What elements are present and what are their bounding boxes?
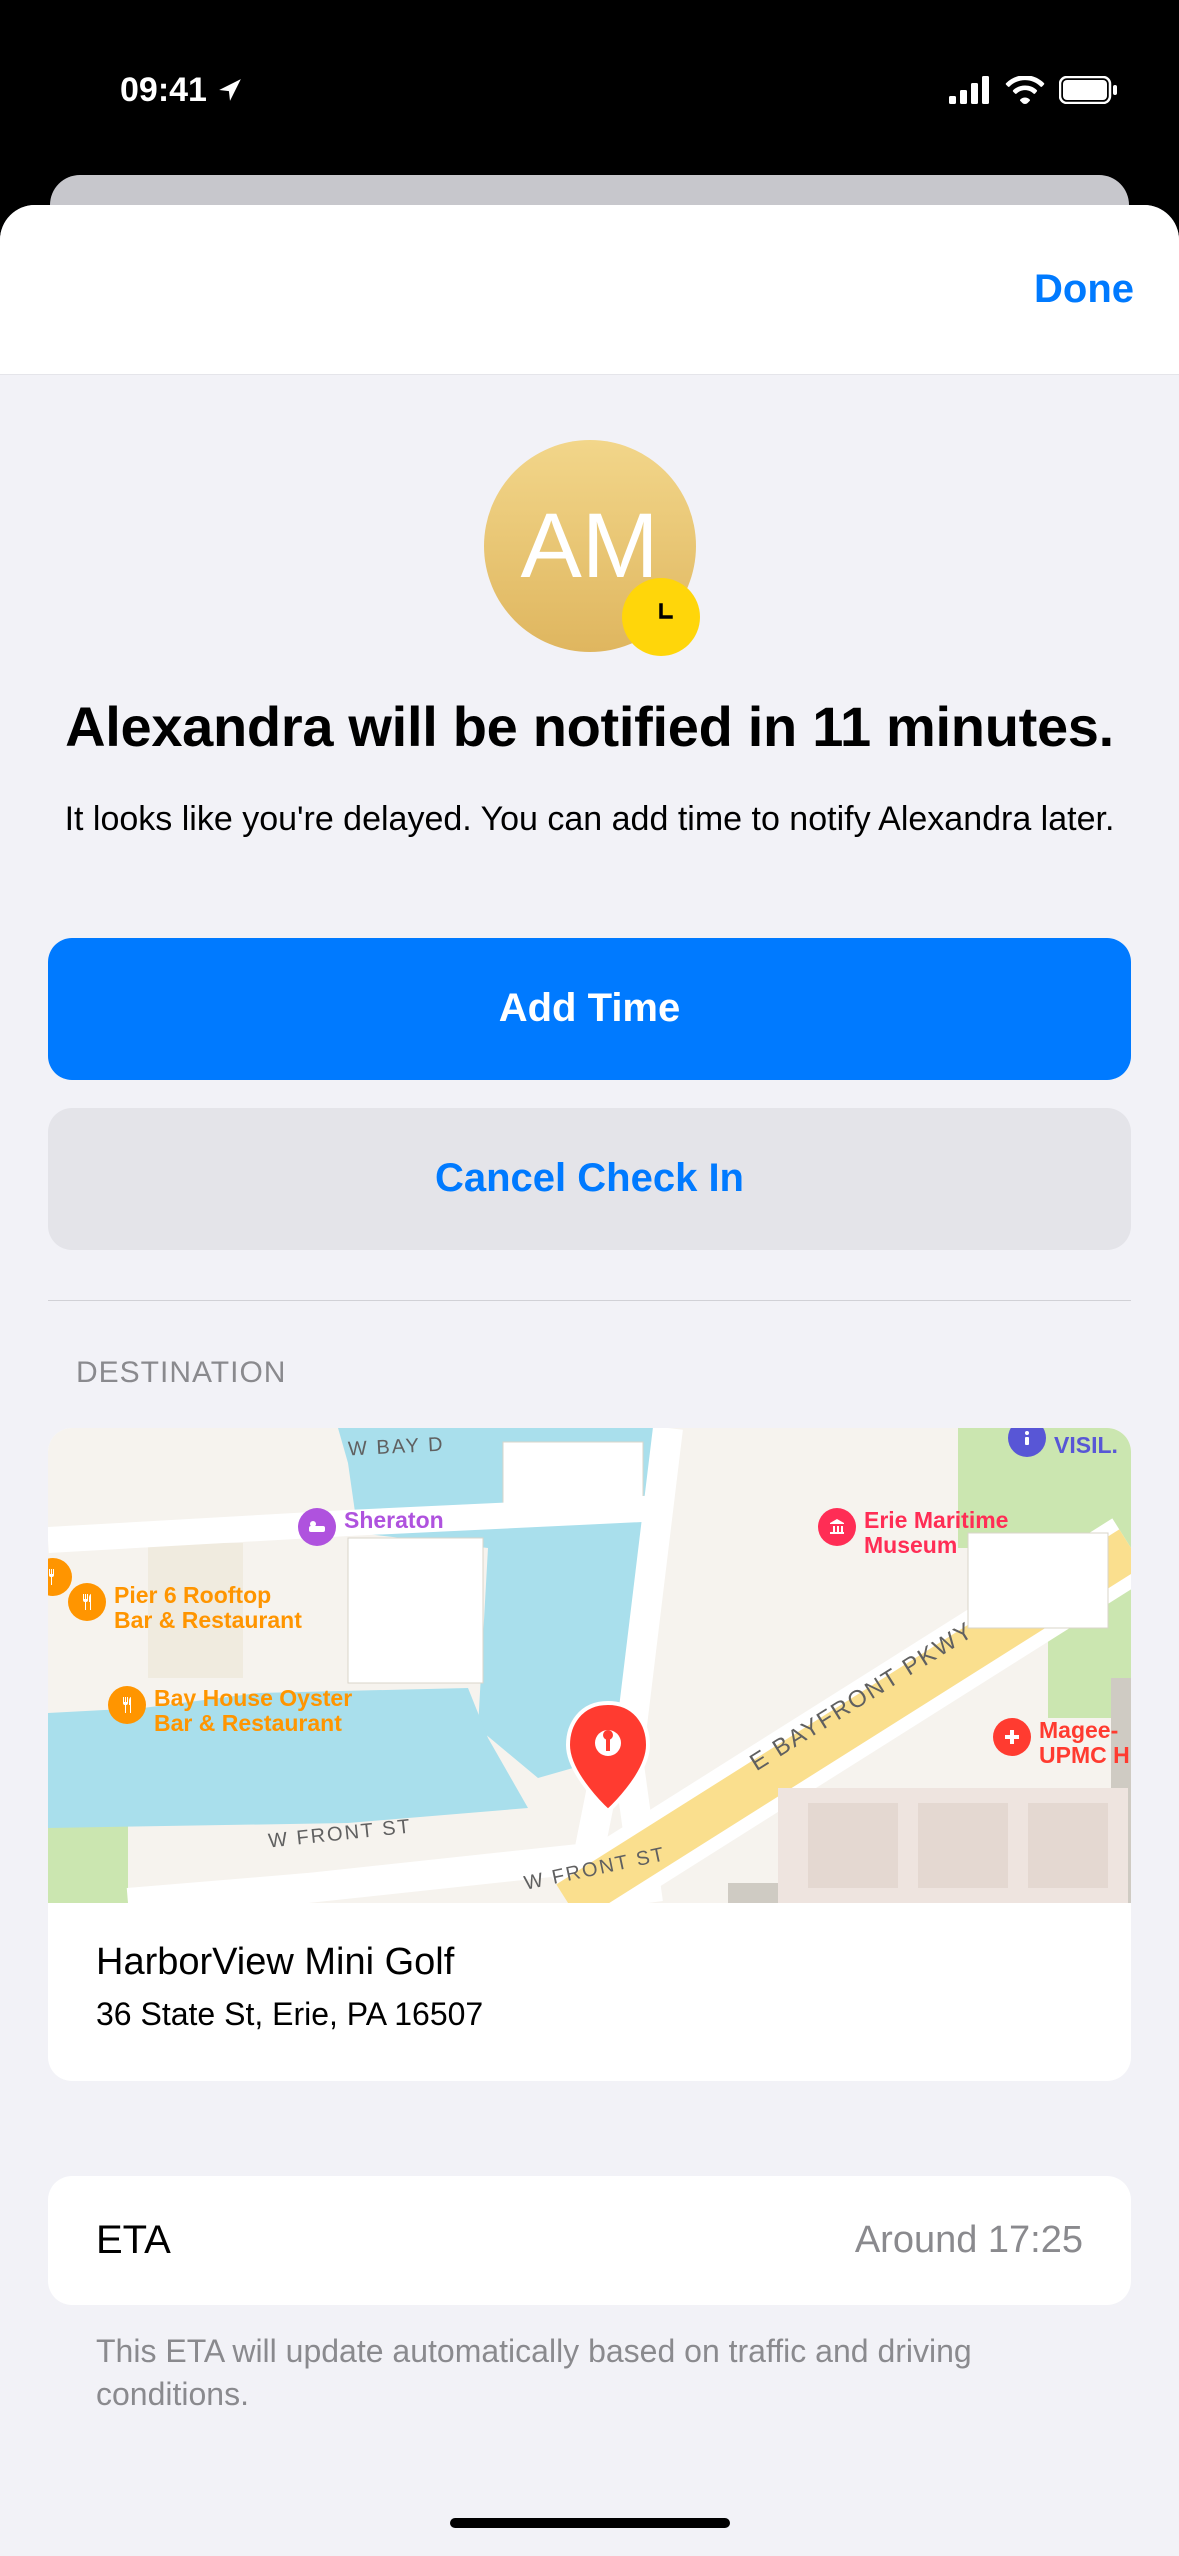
wifi-icon	[1005, 76, 1045, 104]
done-button[interactable]: Done	[1034, 267, 1134, 312]
eta-value: Around 17:25	[855, 2219, 1083, 2262]
status-indicators	[949, 76, 1119, 104]
map-poi-pier6: Pier 6 Rooftop Bar & Restaurant	[68, 1583, 302, 1634]
map-poi-label: Pier 6 Rooftop Bar & Restaurant	[114, 1583, 302, 1634]
info-icon	[1008, 1428, 1046, 1457]
map-poi-label: VISIL.	[1054, 1433, 1118, 1458]
location-arrow-icon	[217, 77, 243, 103]
map-poi-magee: Magee- UPMC H	[993, 1718, 1130, 1769]
museum-icon	[818, 1508, 856, 1546]
modal-sheet: Done AM Alexandra will be notified in 11…	[0, 205, 1179, 2556]
avatar-initials: AM	[521, 494, 659, 599]
status-time: 09:41	[120, 71, 207, 110]
add-time-button[interactable]: Add Time	[48, 938, 1131, 1080]
restaurant-icon	[68, 1583, 106, 1621]
eta-label: ETA	[96, 2218, 171, 2263]
eta-note: This ETA will update automatically based…	[48, 2305, 1131, 2416]
restaurant-icon	[48, 1558, 72, 1596]
eta-card[interactable]: ETA Around 17:25	[48, 2176, 1131, 2305]
hospital-icon	[993, 1718, 1031, 1756]
road-label: W BAY D	[347, 1433, 445, 1461]
restaurant-icon	[108, 1686, 146, 1724]
map-poi-label: Sheraton	[344, 1508, 444, 1533]
map-poi-label: Bay House Oyster Bar & Restaurant	[154, 1686, 352, 1737]
clock-icon	[643, 599, 679, 635]
clock-badge	[622, 578, 700, 656]
map-poi-bayhouse: Bay House Oyster Bar & Restaurant	[108, 1686, 352, 1737]
notification-title: Alexandra will be notified in 11 minutes…	[48, 692, 1131, 762]
cellular-icon	[949, 76, 991, 104]
status-bar: 09:41	[0, 0, 1179, 180]
map-illustration	[48, 1428, 1131, 1903]
destination-name: HarborView Mini Golf	[96, 1941, 1083, 1984]
map-poi-sheraton: Sheraton	[298, 1508, 444, 1546]
notification-subtitle: It looks like you're delayed. You can ad…	[48, 797, 1131, 843]
sheet-header: Done	[0, 205, 1179, 375]
destination-card[interactable]: Sheraton Pier 6 Rooftop Bar & Restaurant…	[48, 1428, 1131, 2081]
map-poi-label: Erie Maritime Museum	[864, 1508, 1008, 1559]
map-poi-erie-maritime: Erie Maritime Museum	[818, 1508, 1008, 1559]
map-preview: Sheraton Pier 6 Rooftop Bar & Restaurant…	[48, 1428, 1131, 1903]
battery-icon	[1059, 76, 1119, 104]
map-poi-visit: VISIL.	[1008, 1433, 1118, 1458]
sheet-content: AM Alexandra will be notified in 11 minu…	[0, 375, 1179, 2416]
home-indicator[interactable]	[450, 2518, 730, 2528]
destination-address: 36 State St, Erie, PA 16507	[96, 1996, 1083, 2033]
map-poi-label: Magee- UPMC H	[1039, 1718, 1130, 1769]
destination-info: HarborView Mini Golf 36 State St, Erie, …	[48, 1903, 1131, 2081]
avatar-container: AM	[48, 440, 1131, 652]
contact-avatar: AM	[484, 440, 696, 652]
destination-section-label: DESTINATION	[76, 1356, 1103, 1390]
cancel-checkin-button[interactable]: Cancel Check In	[48, 1108, 1131, 1250]
hotel-icon	[298, 1508, 336, 1546]
divider	[48, 1300, 1131, 1301]
map-poi-edge	[48, 1558, 72, 1596]
status-time-area: 09:41	[120, 71, 243, 110]
